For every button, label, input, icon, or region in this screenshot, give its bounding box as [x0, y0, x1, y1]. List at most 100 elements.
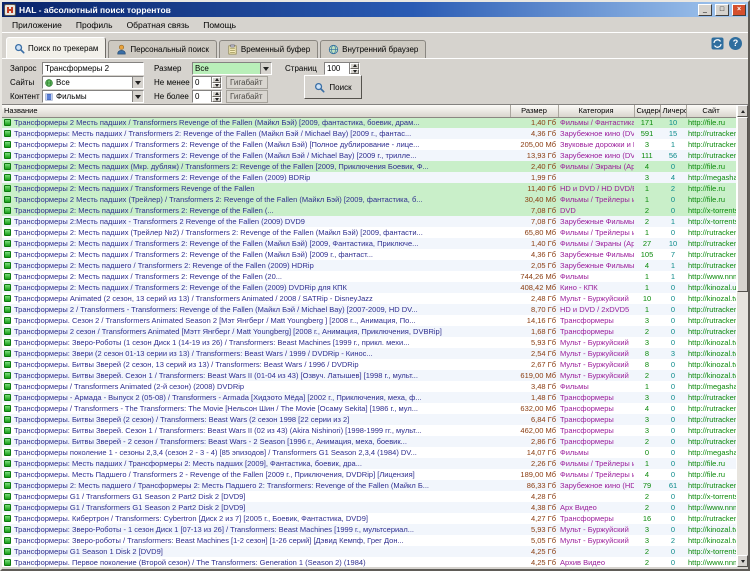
result-site-cell[interactable]: http://megashara... [686, 447, 736, 458]
result-name-cell[interactable]: Трансформеры 2 Месть падших (Трейлер) / … [2, 194, 510, 205]
result-row[interactable]: Трансформеры 2: Месть падших (Мкр. дубля… [2, 161, 736, 172]
result-site-cell[interactable]: http://file.ru [686, 161, 736, 172]
result-name-cell[interactable]: Трансформеры 2: Месть падших / Transform… [2, 172, 510, 183]
result-name-cell[interactable]: Трансформеры: Месть падших / Трансформер… [2, 458, 510, 469]
result-name-cell[interactable]: Трансформеры G1 / Transformers G1 Season… [2, 491, 510, 502]
result-name-cell[interactable]: Трансформеры 2: Месть падших / Transform… [2, 238, 510, 249]
pages-input[interactable] [325, 63, 349, 74]
result-row[interactable]: Трансформеры / Transformers - The Transf… [2, 403, 736, 414]
result-row[interactable]: Трансформеры 2: Месть падших / Transform… [2, 238, 736, 249]
minimize-button[interactable]: _ [698, 3, 712, 16]
result-site-cell[interactable]: http://rutracker.org [686, 238, 736, 249]
result-name-cell[interactable]: Трансформеры: Зверо-Роботы (1 сезон Диск… [2, 337, 510, 348]
result-name-cell[interactable]: Трансформеры. Сезон 2 / Transformers Ani… [2, 315, 510, 326]
help-icon[interactable]: ? [729, 37, 742, 50]
scroll-down-icon[interactable] [737, 555, 748, 567]
vertical-scrollbar[interactable] [736, 105, 748, 567]
result-row[interactable]: Трансформеры. Первое поколение (Второй с… [2, 557, 736, 567]
result-row[interactable]: Трансформеры G1 / Transformers G1 Season… [2, 491, 736, 502]
result-site-cell[interactable]: http://file.ru [686, 183, 736, 194]
result-row[interactable]: Трансформеры - Армада - Выпуск 2 (05-08)… [2, 392, 736, 403]
result-name-cell[interactable]: Трансформеры 2: Месть падших / Transform… [2, 271, 510, 282]
result-site-cell[interactable]: http://rutracker.org [686, 249, 736, 260]
column-header-size[interactable]: Размер [510, 105, 559, 118]
result-name-cell[interactable]: Трансформеры: Битвы Зверей. Сезон 1 / Tr… [2, 425, 510, 436]
result-site-cell[interactable]: http://rutracker.org [686, 513, 736, 524]
result-row[interactable]: Трансформеры 2 Месть падших / Transforme… [2, 117, 736, 128]
result-row[interactable]: Трансформеры 2: Месть падших / Transform… [2, 271, 736, 282]
result-site-cell[interactable]: http://rutracker.org [686, 414, 736, 425]
spin-down-icon[interactable] [350, 68, 359, 74]
result-name-cell[interactable]: Трансформеры 2: Месть падших / Transform… [2, 205, 510, 216]
maximize-button[interactable]: □ [715, 3, 729, 16]
result-site-cell[interactable]: http://kinozal.us [686, 282, 736, 293]
result-row[interactable]: Трансформеры / Transformers Animated (2-… [2, 381, 736, 392]
result-row[interactable]: Трансформеры 2:Месть падших - Transforme… [2, 216, 736, 227]
result-name-cell[interactable]: Трансформеры / Transformers Animated (2-… [2, 381, 510, 392]
result-row[interactable]: Трансформеры: Месть падших / Transformer… [2, 128, 736, 139]
close-button[interactable]: × [732, 3, 746, 16]
result-row[interactable]: Трансформеры 2 Месть падших (Трейлер) / … [2, 194, 736, 205]
query-input[interactable] [42, 62, 144, 75]
result-site-cell[interactable]: http://rutracker.org [686, 436, 736, 447]
result-row[interactable]: Трансформеры 2: Месть падшего / Трансфор… [2, 480, 736, 491]
result-row[interactable]: Трансформеры G1 / Transformers G1 Season… [2, 502, 736, 513]
result-name-cell[interactable]: Трансформеры. Месть Падшего / Transforme… [2, 469, 510, 480]
result-site-cell[interactable]: http://rutracker.org [686, 304, 736, 315]
result-site-cell[interactable]: http://file.ru [686, 458, 736, 469]
result-row[interactable]: Трансформеры 2: Месть падших / Transform… [2, 205, 736, 216]
result-site-cell[interactable]: http://megashara... [686, 381, 736, 392]
result-name-cell[interactable]: Трансформеры 2: Месть падших (Трейлер №2… [2, 227, 510, 238]
result-row[interactable]: Трансформеры: Битвы Зверей. Сезон 1 / Tr… [2, 425, 736, 436]
column-header-name[interactable]: Название [2, 105, 511, 118]
spin-down-icon[interactable] [212, 82, 221, 88]
result-site-cell[interactable]: http://file.ru [686, 469, 736, 480]
result-site-cell[interactable]: http://kinozal.tv [686, 348, 736, 359]
tab-internal-browser[interactable]: Внутренний браузер [320, 40, 427, 58]
tab-tracker-search[interactable]: Поиск по трекерам [6, 37, 107, 58]
size-select[interactable]: Все [192, 62, 272, 75]
result-site-cell[interactable]: http://kinozal.tv [686, 535, 736, 546]
result-row[interactable]: Трансформеры 2: Месть падших (Трейлер №2… [2, 227, 736, 238]
result-row[interactable]: Трансформеры: Зверо-роботы / Transformer… [2, 535, 736, 546]
result-site-cell[interactable]: http://rutracker.org [686, 392, 736, 403]
result-name-cell[interactable]: Трансформеры. Битвы Зверей. Сезон 1 / Tr… [2, 370, 510, 381]
chevron-down-icon[interactable] [132, 91, 143, 102]
result-name-cell[interactable]: Трансформеры / Transformers - The Transf… [2, 403, 510, 414]
result-row[interactable]: Трансформеры. Сезон 2 / Transformers Ani… [2, 315, 736, 326]
result-site-cell[interactable]: http://www.nnm-... [686, 557, 736, 567]
max-size-input[interactable] [193, 91, 211, 102]
result-name-cell[interactable]: Трансформеры 2: Месть падших / Transform… [2, 139, 510, 150]
result-site-cell[interactable]: http://kinozal.tv [686, 337, 736, 348]
sync-icon[interactable] [711, 37, 724, 50]
result-name-cell[interactable]: Трансформеры. Битвы Зверей - 2 сезон / T… [2, 436, 510, 447]
result-row[interactable]: Трансформеры. Кибертрон / Transformers: … [2, 513, 736, 524]
result-name-cell[interactable]: Трансформеры 2: Месть падших / Transform… [2, 282, 510, 293]
menu-help[interactable]: Помощь [196, 18, 243, 32]
result-name-cell[interactable]: Трансформеры. Битвы Зверей (2 сезон) / T… [2, 414, 510, 425]
menu-profile[interactable]: Профиль [69, 18, 120, 32]
sites-select[interactable]: Все [42, 76, 144, 89]
result-name-cell[interactable]: Трансформеры поколение 1 - сезоны 2,3,4 … [2, 447, 510, 458]
result-name-cell[interactable]: Трансформеры: Звери (2 сезон 01-13 серии… [2, 348, 510, 359]
result-name-cell[interactable]: Трансформеры - Армада - Выпуск 2 (05-08)… [2, 392, 510, 403]
result-site-cell[interactable]: http://www.nnm-... [686, 502, 736, 513]
result-name-cell[interactable]: Трансформеры 2 сезон / Transformers Anim… [2, 326, 510, 337]
result-name-cell[interactable]: Трансформеры 2: Месть падшего / Transfor… [2, 260, 510, 271]
result-name-cell[interactable]: Трансформеры G1 Season 1 Disk 2 [DVD9] [2, 546, 510, 557]
tab-temp-buffer[interactable]: Временный буфер [218, 40, 319, 58]
result-name-cell[interactable]: Трансформеры. Кибертрон / Transformers: … [2, 513, 510, 524]
column-header-leechers[interactable]: Личеров [660, 105, 687, 118]
result-row[interactable]: Трансформеры: Месть падших / Трансформер… [2, 458, 736, 469]
tab-personal-search[interactable]: Персональный поиск [108, 40, 217, 58]
scrollbar-thumb[interactable] [737, 117, 748, 292]
result-site-cell[interactable]: http://rutracker.org [686, 150, 736, 161]
column-header-seeders[interactable]: Сидеров [634, 105, 661, 118]
result-row[interactable]: Трансформеры 2: Месть падших / Transform… [2, 139, 736, 150]
result-row[interactable]: Трансформеры: Зверо-Роботы - 1 сезон Дис… [2, 524, 736, 535]
result-row[interactable]: Трансформеры 2: Месть падших / Transform… [2, 150, 736, 161]
result-site-cell[interactable]: http://rutracker.org [686, 227, 736, 238]
result-row[interactable]: Трансформеры G1 Season 1 Disk 2 [DVD9] 4… [2, 546, 736, 557]
result-name-cell[interactable]: Трансформеры: Месть падших / Transformer… [2, 128, 510, 139]
result-name-cell[interactable]: Трансформеры 2: Месть падших / Transform… [2, 249, 510, 260]
